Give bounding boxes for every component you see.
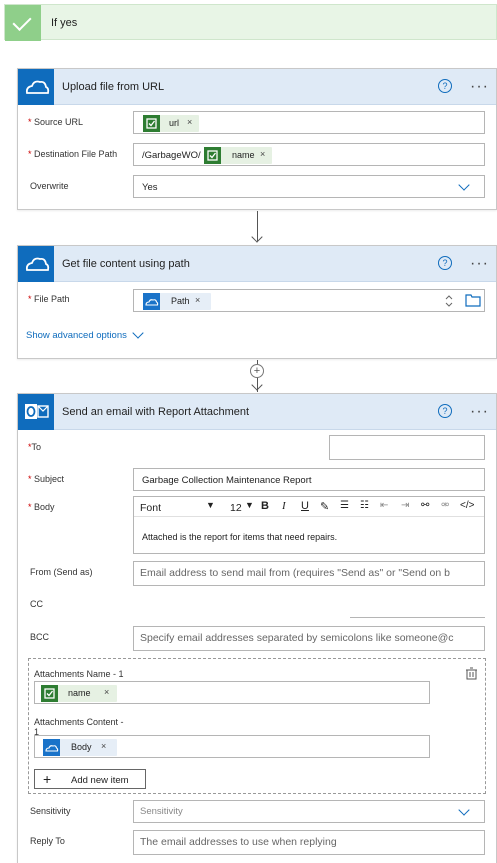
source-url-field[interactable]: url × [133, 111, 485, 134]
underline-icon[interactable]: U [301, 500, 309, 512]
attachments-group: Attachments Name - 1 name × Attachments … [28, 658, 486, 794]
plus-icon: + [43, 771, 52, 787]
attachments-name-label: Attachments Name - 1 [34, 669, 124, 679]
file-path-field[interactable]: Path × [133, 289, 485, 312]
reply-to-field[interactable]: The email addresses to use when replying [133, 830, 485, 855]
flow-variable-icon [143, 115, 160, 132]
card-title: Upload file from URL [62, 81, 165, 93]
card-title: Get file content using path [62, 258, 190, 270]
help-icon[interactable]: ? [438, 79, 452, 93]
subject-field[interactable]: Garbage Collection Maintenance Report [133, 468, 485, 491]
card-header[interactable]: Send an email with Report Attachment ? ·… [18, 394, 496, 430]
checkmark-icon [5, 5, 41, 41]
chevron-down-icon[interactable] [132, 327, 144, 339]
card-header[interactable]: Upload file from URL ? ··· [18, 69, 496, 105]
italic-icon[interactable]: I [282, 500, 286, 512]
add-new-item-button[interactable]: + Add new item [34, 769, 146, 789]
rich-text-toolbar: Font ▼ 12 ▼ B I U ✎ ☰ ☷ ⇤ ⇥ ⚯ ⚮ </> [134, 497, 484, 517]
destination-path-label: * Destination File Path [28, 149, 118, 159]
onedrive-cloud-icon [18, 246, 54, 282]
outlook-icon [18, 394, 54, 430]
to-field[interactable] [329, 435, 485, 460]
onedrive-cloud-icon [43, 739, 60, 756]
from-label: From (Send as) [30, 567, 93, 577]
remove-token-icon[interactable]: × [187, 117, 192, 127]
sensitivity-label: Sensitivity [30, 806, 71, 816]
file-path-label: * File Path [28, 294, 70, 304]
branch-label: If yes [51, 17, 78, 29]
overwrite-select[interactable]: Yes [133, 175, 485, 198]
body-editor[interactable]: Font ▼ 12 ▼ B I U ✎ ☰ ☷ ⇤ ⇥ ⚯ ⚮ </> Atta… [133, 496, 485, 554]
body-token[interactable]: Body × [43, 739, 117, 756]
attachments-name-field[interactable]: name × [34, 681, 430, 704]
caret-down-icon[interactable]: ▼ [206, 500, 215, 510]
unlink-icon[interactable]: ⚮ [441, 500, 449, 511]
cc-label: CC [30, 599, 43, 609]
more-options-icon[interactable]: ··· [470, 79, 489, 95]
help-icon[interactable]: ? [438, 404, 452, 418]
body-content: Attached is the report for items that ne… [142, 532, 338, 542]
increase-indent-icon[interactable]: ⇥ [401, 500, 409, 511]
connector-arrow-icon [251, 231, 263, 243]
bcc-label: BCC [30, 632, 50, 642]
sensitivity-select[interactable]: Sensitivity [133, 800, 485, 823]
condition-branch-header[interactable]: If yes [4, 4, 497, 41]
path-token[interactable]: Path × [143, 293, 211, 310]
delete-item-icon[interactable] [465, 667, 478, 680]
card-header[interactable]: Get file content using path ? ··· [18, 246, 496, 282]
link-icon[interactable]: ⚯ [421, 500, 429, 511]
name-token[interactable]: name × [204, 147, 272, 164]
flow-variable-icon [204, 147, 221, 164]
bold-icon[interactable]: B [261, 500, 269, 512]
to-label: *To [28, 442, 42, 452]
card-title: Send an email with Report Attachment [62, 406, 250, 418]
bcc-field[interactable]: Specify email addresses separated by sem… [133, 626, 485, 651]
get-file-content-card: Get file content using path ? ··· * File… [17, 245, 497, 359]
folder-picker-icon[interactable] [465, 293, 481, 307]
add-step-plus-icon[interactable]: + [250, 364, 264, 378]
destination-path-field[interactable]: /GarbageWO/ name × [133, 143, 485, 166]
connector-arrow-icon [251, 379, 263, 391]
onedrive-cloud-icon [143, 293, 160, 310]
remove-token-icon[interactable]: × [195, 295, 200, 305]
bulleted-list-icon[interactable]: ☰ [340, 500, 349, 511]
remove-token-icon[interactable]: × [101, 741, 106, 751]
highlight-pen-icon[interactable]: ✎ [320, 500, 329, 513]
name-token[interactable]: name × [41, 685, 117, 702]
onedrive-cloud-icon [18, 69, 54, 105]
upload-file-card: Upload file from URL ? ··· * Source URL … [17, 68, 497, 210]
overwrite-label: Overwrite [30, 181, 69, 191]
send-email-card: Send an email with Report Attachment ? ·… [17, 393, 497, 863]
show-advanced-options-link[interactable]: Show advanced options [26, 330, 127, 341]
help-icon[interactable]: ? [438, 256, 452, 270]
remove-token-icon[interactable]: × [260, 149, 265, 159]
stepper-icon[interactable] [444, 293, 454, 309]
code-view-icon[interactable]: </> [460, 500, 474, 511]
font-size-select[interactable]: 12 [230, 502, 242, 514]
flow-variable-icon [41, 685, 58, 702]
attachments-content-label: Attachments Content - [34, 717, 124, 727]
from-field[interactable]: Email address to send mail from (require… [133, 561, 485, 586]
body-label: * Body [28, 502, 55, 512]
remove-token-icon[interactable]: × [104, 687, 109, 697]
font-family-select[interactable]: Font [140, 502, 161, 514]
more-options-icon[interactable]: ··· [470, 404, 489, 420]
reply-to-label: Reply To [30, 836, 65, 846]
source-url-label: * Source URL [28, 117, 84, 127]
numbered-list-icon[interactable]: ☷ [360, 500, 369, 511]
caret-down-icon[interactable]: ▼ [245, 500, 254, 510]
url-token[interactable]: url × [143, 115, 199, 132]
decrease-indent-icon[interactable]: ⇤ [380, 500, 388, 511]
subject-label: * Subject [28, 474, 65, 484]
cc-field[interactable] [350, 593, 485, 618]
chevron-down-icon [458, 179, 470, 191]
more-options-icon[interactable]: ··· [470, 256, 489, 272]
attachments-content-field[interactable]: Body × [34, 735, 430, 758]
